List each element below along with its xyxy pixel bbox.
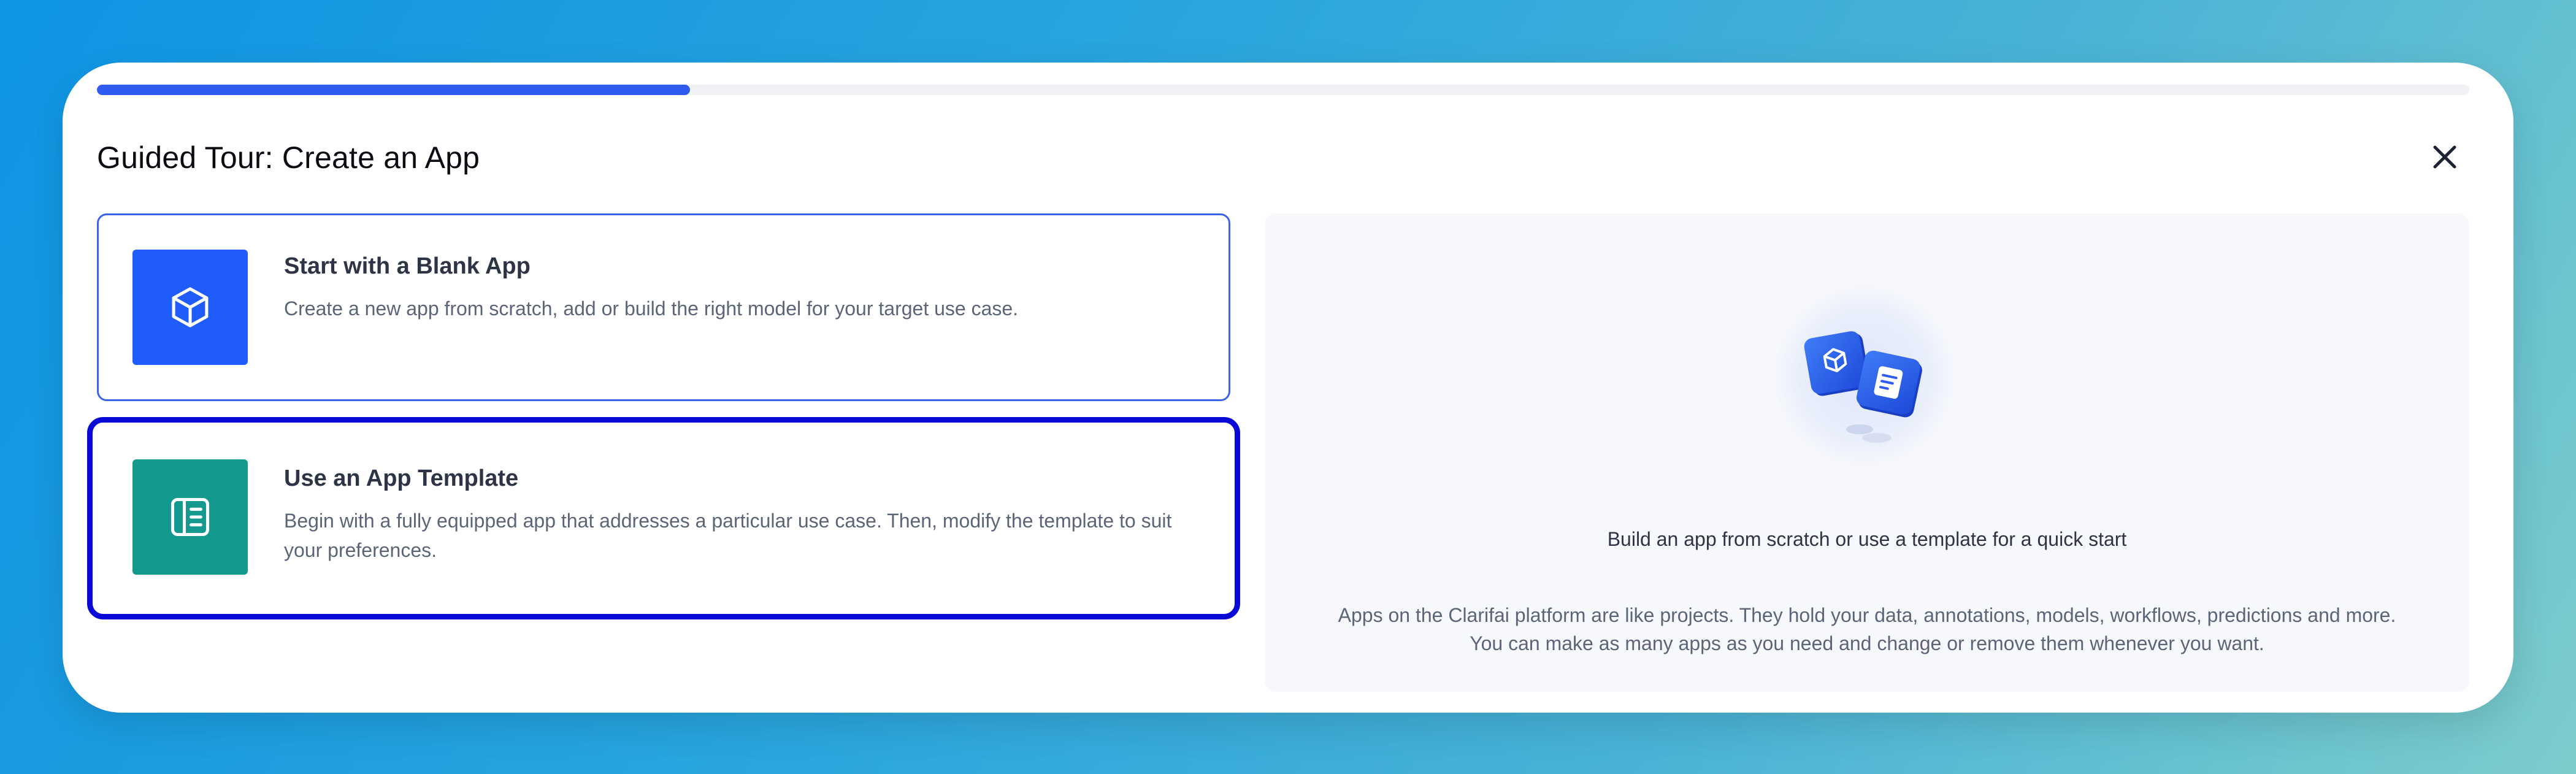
info-heading: Build an app from scratch or use a templ… bbox=[1607, 528, 2127, 550]
app-template-option[interactable]: Use an App Template Begin with a fully e… bbox=[87, 417, 1240, 619]
blank-app-description: Create a new app from scratch, add or bu… bbox=[284, 297, 1019, 320]
info-body-line-1: Apps on the Clarifai platform are like p… bbox=[1338, 604, 2396, 626]
info-panel: Build an app from scratch or use a templ… bbox=[1265, 213, 2469, 692]
apps-illustration bbox=[1773, 284, 1957, 468]
cube-icon bbox=[172, 287, 209, 328]
app-template-title: Use an App Template bbox=[284, 466, 519, 491]
info-body-line-2: You can make as many apps as you need an… bbox=[1470, 632, 2264, 654]
blank-app-option[interactable]: Start with a Blank App Create a new app … bbox=[97, 213, 1230, 401]
template-icon bbox=[171, 497, 210, 537]
progress-bar bbox=[97, 85, 2469, 95]
close-button[interactable] bbox=[2421, 134, 2468, 180]
close-icon bbox=[2433, 145, 2456, 169]
guided-tour-modal: Guided Tour: Create an App Start with a … bbox=[63, 63, 2513, 713]
progress-fill bbox=[97, 85, 690, 95]
blank-app-icon-tile bbox=[132, 250, 248, 365]
blank-app-title: Start with a Blank App bbox=[284, 253, 531, 279]
modal-title: Guided Tour: Create an App bbox=[97, 140, 480, 175]
template-icon-tile bbox=[132, 459, 248, 575]
app-template-description: Begin with a fully equipped app that add… bbox=[284, 510, 1172, 561]
info-body: Apps on the Clarifai platform are like p… bbox=[1289, 601, 2445, 657]
